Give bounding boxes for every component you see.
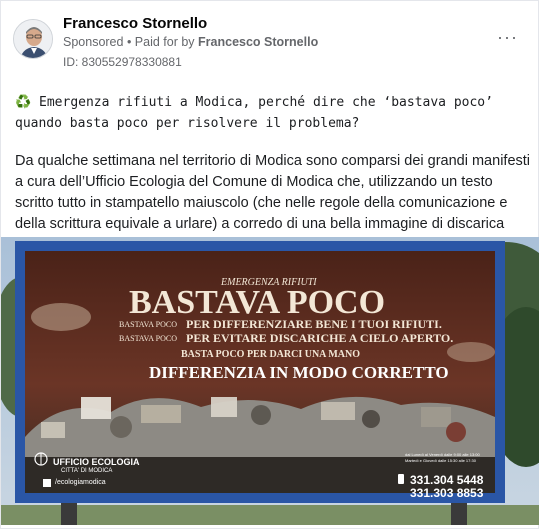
billboard-city: CITTA' DI MODICA xyxy=(61,468,113,474)
more-options-icon[interactable]: ··· xyxy=(497,27,518,48)
post-image[interactable]: EMERGENZA RIFIUTI BASTAVA POCO BASTAVA P… xyxy=(1,237,539,525)
billboard-phone-1: 331.304 5448 xyxy=(410,473,484,487)
recycle-icon: ♻️ xyxy=(15,95,32,110)
author-name[interactable]: Francesco Stornello xyxy=(63,15,207,32)
sponsored-post-card: Francesco Stornello Sponsored • Paid for… xyxy=(0,0,539,529)
sponsored-label[interactable]: Sponsored xyxy=(63,35,123,49)
post-headline: ♻️ Emergenza rifiuti a Modica, perché di… xyxy=(15,92,530,134)
post-header: Francesco Stornello Sponsored • Paid for… xyxy=(13,13,528,71)
billboard-line1-left: BASTAVA POCO xyxy=(119,320,177,329)
paid-for-prefix: Paid for by xyxy=(134,35,199,49)
billboard-line1-right: PER DIFFERENZIARE BENE I TUOI RIFIUTI. xyxy=(186,317,442,331)
billboard-line2-right: PER EVITARE DISCARICHE A CIELO APERTO. xyxy=(186,331,454,345)
sponsored-line: Sponsored • Paid for by Francesco Storne… xyxy=(63,35,318,49)
billboard-line2-left: BASTAVA POCO xyxy=(119,334,177,343)
headline-line-2: quando basta poco per risolvere il probl… xyxy=(15,116,360,131)
author-avatar[interactable] xyxy=(13,19,53,59)
paid-for-name[interactable]: Francesco Stornello xyxy=(198,35,318,49)
billboard-hours-2: Martedì e Giovedì dalle 15:30 alle 17:30 xyxy=(405,458,476,463)
billboard-line4: DIFFERENZIA IN MODO CORRETTO xyxy=(149,363,449,382)
billboard-social: /ecologiamodica xyxy=(55,479,106,486)
billboard-hours-1: dal Lunedì al Venerdì dalle 9:00 alle 13… xyxy=(405,452,480,457)
avatar-portrait-icon xyxy=(14,20,52,58)
billboard-line3: BASTA POCO PER DARCI UNA MANO xyxy=(181,349,360,360)
headline-line-1: Emergenza rifiuti a Modica, perché dire … xyxy=(31,95,493,110)
billboard-office: UFFICIO ECOLOGIA xyxy=(53,457,140,467)
ad-id: ID: 830552978330881 xyxy=(63,55,182,69)
meta-separator: • xyxy=(123,35,135,49)
billboard-phone-2: 331.303 8853 xyxy=(410,486,484,500)
